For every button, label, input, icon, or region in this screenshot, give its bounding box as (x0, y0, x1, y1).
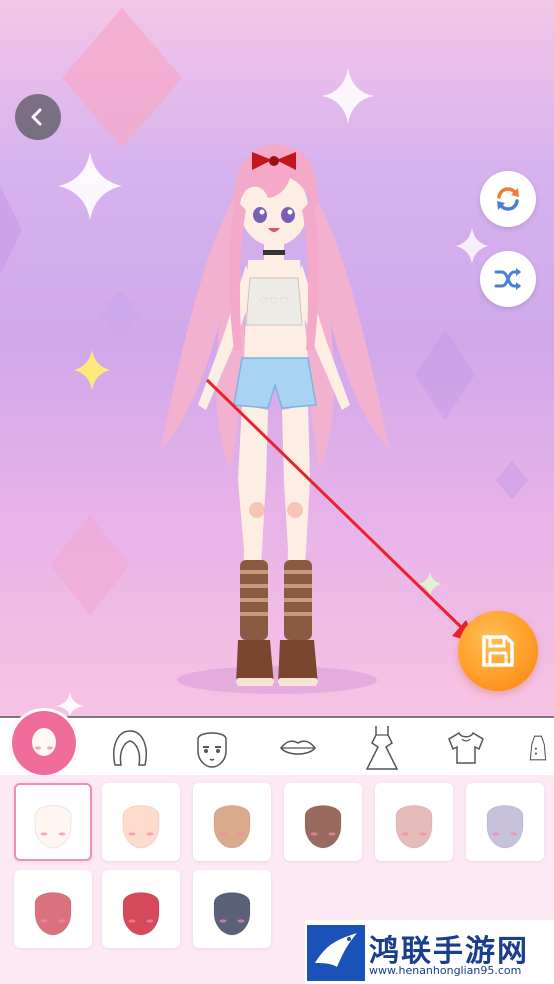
dress-icon (365, 726, 399, 770)
head-silhouette-icon (122, 892, 160, 936)
watermark-url: www.henanhonglian95.com (369, 964, 522, 977)
head-silhouette-icon (213, 892, 251, 936)
tab-face[interactable] (186, 722, 238, 774)
skin-swatch[interactable] (193, 783, 271, 861)
shirt-icon (448, 731, 484, 764)
face-features-icon (197, 732, 227, 768)
tab-skin[interactable] (9, 708, 79, 778)
skin-swatch[interactable] (193, 870, 271, 948)
dressup-stage: ♡♡♡ (0, 0, 554, 716)
bird-logo-icon (307, 925, 365, 981)
skin-swatch[interactable] (102, 783, 180, 861)
skin-swatch[interactable] (375, 783, 453, 861)
refresh-icon (497, 187, 519, 211)
head-silhouette-icon (395, 805, 433, 849)
site-watermark: 鸿联手游网 www.henanhonglian95.com (305, 920, 554, 984)
back-arrow-icon (31, 108, 42, 126)
head-silhouette-icon (213, 805, 251, 849)
back-button[interactable] (15, 94, 61, 140)
lips-icon (280, 740, 316, 755)
tab-dress[interactable] (356, 722, 408, 774)
tab-top[interactable] (440, 722, 492, 774)
skin-swatch[interactable] (466, 783, 544, 861)
shuffle-button[interactable] (480, 251, 536, 307)
head-silhouette-icon (486, 805, 524, 849)
skin-swatch[interactable] (102, 870, 180, 948)
tab-hair[interactable] (104, 722, 156, 774)
outfit-icon (529, 735, 547, 761)
head-silhouette-icon (34, 892, 72, 936)
svg-text:♡♡♡: ♡♡♡ (259, 295, 289, 308)
skin-swatch[interactable] (14, 870, 92, 948)
head-silhouette-icon (304, 805, 342, 849)
category-bar (0, 708, 554, 778)
skin-swatch[interactable] (14, 783, 92, 861)
head-silhouette-icon (122, 805, 160, 849)
save-button[interactable] (458, 611, 538, 691)
head-silhouette-icon (34, 805, 72, 849)
hair-icon (113, 730, 147, 766)
face-skin-icon (32, 728, 56, 756)
skin-swatch[interactable] (284, 783, 362, 861)
reset-button[interactable] (480, 171, 536, 227)
save-floppy-icon (482, 635, 514, 667)
shuffle-icon (494, 268, 521, 290)
tab-mouth[interactable] (272, 722, 324, 774)
tab-more[interactable] (522, 722, 554, 774)
anime-character: ♡♡♡ (160, 144, 390, 686)
